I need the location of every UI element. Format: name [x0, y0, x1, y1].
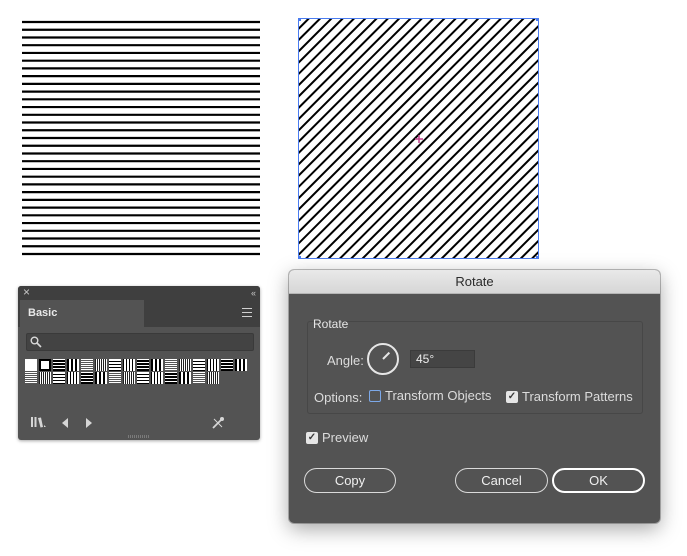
swatch-pattern[interactable]: [193, 359, 205, 371]
panel-menu-icon[interactable]: [242, 308, 252, 317]
options-label: Options:: [314, 390, 363, 405]
swatch-none[interactable]: [25, 359, 37, 371]
transform-patterns-label[interactable]: Transform Patterns: [522, 389, 633, 404]
swatch-pattern[interactable]: [207, 359, 219, 371]
angle-dial[interactable]: [367, 343, 399, 375]
swatch-pattern[interactable]: [39, 372, 51, 384]
swatch-pattern[interactable]: [67, 372, 79, 384]
swatch-pattern[interactable]: [137, 359, 149, 371]
swatch-pattern[interactable]: [165, 372, 177, 384]
artwork-diagonal-line: [474, 193, 539, 259]
selection-handle[interactable]: [298, 256, 301, 259]
search-icon: [30, 336, 42, 348]
swatch-pattern[interactable]: [123, 372, 135, 384]
angle-dial-indicator-icon: [382, 351, 391, 360]
horizontal-lines-artwork[interactable]: [22, 20, 260, 256]
swatch-pattern[interactable]: [39, 359, 51, 371]
transform-objects-checkbox[interactable]: [369, 390, 381, 402]
swatch-pattern[interactable]: [179, 372, 191, 384]
swatch-pattern[interactable]: [165, 359, 177, 371]
swatch-pattern[interactable]: [109, 372, 121, 384]
swatch-pattern[interactable]: [235, 359, 247, 371]
swatch-pattern[interactable]: [193, 372, 205, 384]
panel-tab-row: Basic Graphics_Lines: [18, 300, 260, 346]
artwork-diagonal-line: [298, 18, 412, 133]
next-library-icon[interactable]: [84, 417, 94, 429]
swatch-pattern[interactable]: [95, 359, 107, 371]
artwork-diagonal-line: [327, 46, 539, 259]
transform-patterns-checkbox[interactable]: ✓: [506, 391, 518, 403]
swatch-pattern[interactable]: [137, 372, 149, 384]
panel-resize-grip[interactable]: [128, 435, 150, 438]
diagonal-lines-artwork[interactable]: [298, 18, 539, 259]
swatch-pattern[interactable]: [81, 359, 93, 371]
previous-library-icon[interactable]: [60, 417, 70, 429]
swatch-pattern[interactable]: [109, 359, 121, 371]
dialog-title: Rotate: [289, 270, 660, 294]
search-input[interactable]: [26, 333, 254, 351]
ok-button[interactable]: OK: [552, 468, 645, 493]
swatch-pattern[interactable]: [95, 372, 107, 384]
panel-topbar: × ‹‹: [18, 286, 260, 300]
collapse-icon[interactable]: ‹‹: [251, 286, 256, 300]
copy-button[interactable]: Copy: [304, 468, 396, 493]
selection-handle[interactable]: [536, 256, 539, 259]
swatch-pattern[interactable]: [207, 372, 219, 384]
angle-label: Angle:: [327, 353, 364, 368]
swatch-pattern[interactable]: [123, 359, 135, 371]
swatch-pattern[interactable]: [151, 372, 163, 384]
rotate-dialog: Rotate Rotate Angle: Options: Transform …: [289, 270, 660, 523]
swatch-pattern[interactable]: [151, 359, 163, 371]
swatch-pattern[interactable]: [53, 372, 65, 384]
selection-handle[interactable]: [536, 18, 539, 21]
swatch-pattern[interactable]: [179, 359, 191, 371]
rotate-group-label: Rotate: [313, 317, 349, 331]
swatch-pattern[interactable]: [67, 359, 79, 371]
tab-basic-graphics-lines[interactable]: Basic Graphics_Lines: [20, 300, 144, 346]
swatches-panel: × ‹‹ Basic Graphics_Lines: [18, 286, 260, 440]
transform-objects-label[interactable]: Transform Objects: [385, 388, 491, 403]
preview-label[interactable]: Preview: [322, 430, 368, 445]
angle-input[interactable]: [410, 350, 475, 368]
close-icon[interactable]: ×: [23, 286, 30, 299]
swatch-pattern[interactable]: [53, 359, 65, 371]
selection-handle[interactable]: [298, 18, 301, 21]
swatch-tool-icon[interactable]: [211, 416, 225, 430]
cancel-button[interactable]: Cancel: [455, 468, 548, 493]
swatch-pattern[interactable]: [221, 359, 233, 371]
swatch-pattern[interactable]: [81, 372, 93, 384]
swatch-libraries-icon[interactable]: [30, 416, 48, 428]
artwork-diagonal-line: [298, 18, 525, 246]
swatch-pattern[interactable]: [25, 372, 37, 384]
preview-checkbox[interactable]: ✓: [306, 432, 318, 444]
